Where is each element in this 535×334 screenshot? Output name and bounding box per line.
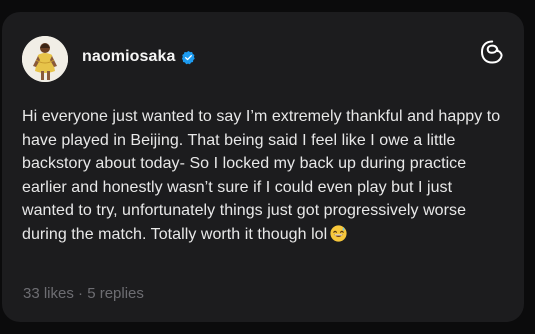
post-body: Hi everyone just wanted to say I’m extre… [22,108,501,243]
verified-badge-icon [181,50,196,65]
avatar[interactable] [22,36,68,82]
post-card[interactable]: naomiosaka Hi everyone just wanted to sa… [2,12,524,322]
post-stats[interactable]: 33 likes · 5 replies [23,285,144,302]
username[interactable]: naomiosaka [82,48,175,66]
threads-logo-icon[interactable] [479,39,505,65]
post-text: Hi everyone just wanted to say I’m extre… [22,105,508,246]
grinning-face-with-sweat-icon [330,224,347,242]
username-row: naomiosaka [82,48,196,66]
